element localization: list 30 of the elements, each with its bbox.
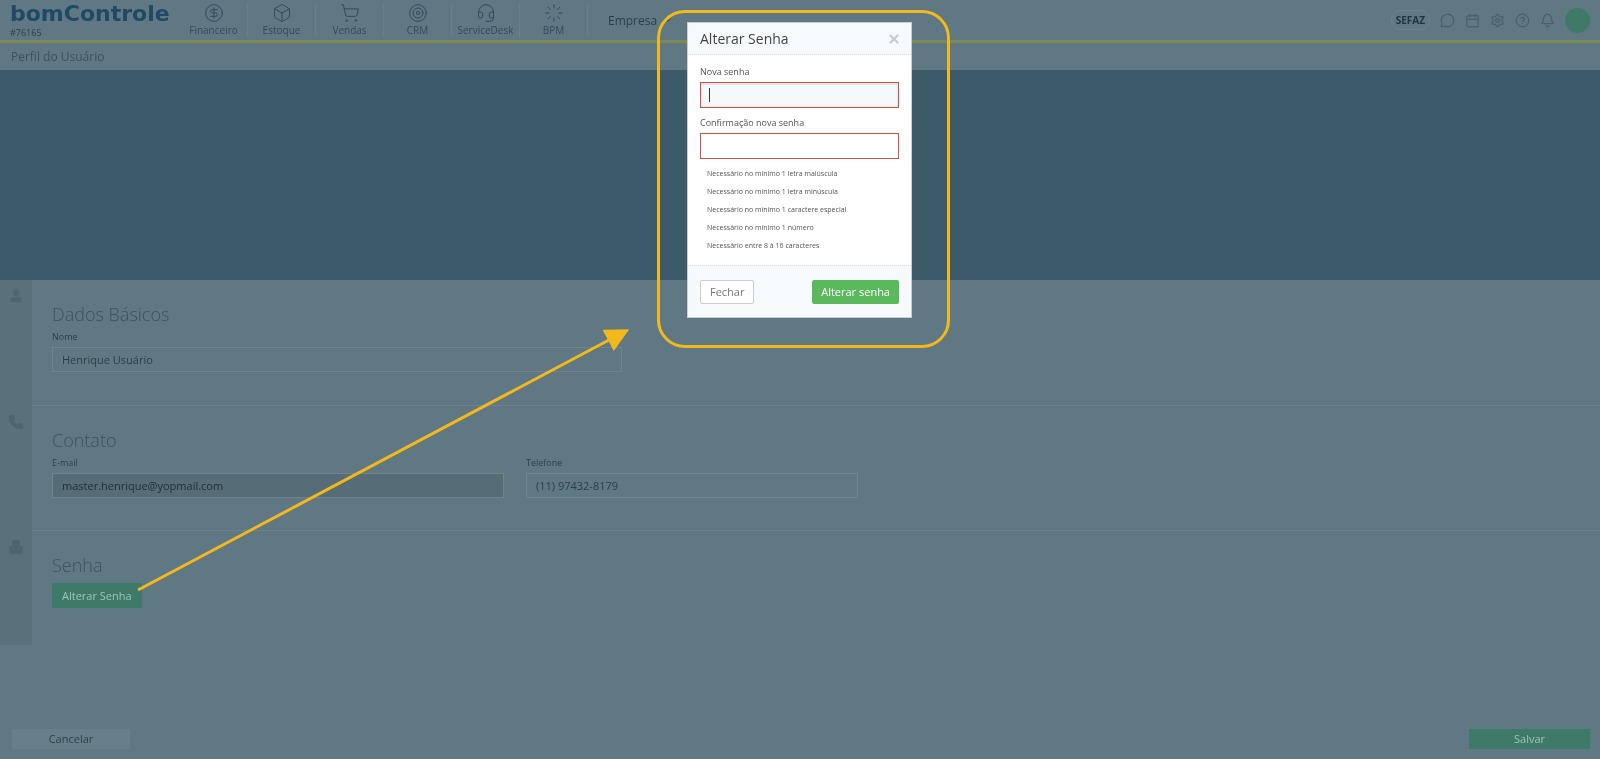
calendar-icon[interactable] [1465,12,1480,28]
password-field[interactable] [700,133,899,159]
cart-icon[interactable] [339,3,360,23]
settings-icon[interactable] [1490,12,1505,28]
field-label: Telefone [526,456,564,469]
change-password-button[interactable]: Alterar Senha [52,583,142,608]
chat-icon[interactable] [1440,12,1455,28]
target-icon[interactable] [407,3,428,23]
input-field[interactable]: Henrique Usuário [52,347,622,372]
field-label: Nome [52,330,79,343]
input-field[interactable]: (11) 97432-8179 [526,473,858,498]
cycle-icon[interactable] [543,3,564,23]
dialog-title: Alterar Senha [700,29,789,48]
cancel-button[interactable]: Cancelar [12,728,130,749]
dollar-coin-icon[interactable] [203,3,224,23]
bell-icon[interactable] [1540,12,1555,28]
headset-icon[interactable] [475,3,496,23]
save-button[interactable]: Salvar [1469,728,1590,749]
box-icon[interactable] [271,3,292,23]
field-label: Confirmação nova senha [700,116,806,129]
submit-button[interactable]: Alterar senha [812,279,899,304]
company-menu[interactable]: Empresa [608,11,674,29]
password-field[interactable] [700,82,899,108]
input-field: master.henrique@yopmail.com [52,473,504,498]
field-label: Nova senha [700,65,751,78]
help-icon[interactable] [1515,12,1530,28]
avatar[interactable] [1565,7,1590,33]
close-button[interactable]: Fechar [700,279,755,304]
logo: bomControle [10,1,171,26]
close-icon[interactable] [887,31,901,46]
